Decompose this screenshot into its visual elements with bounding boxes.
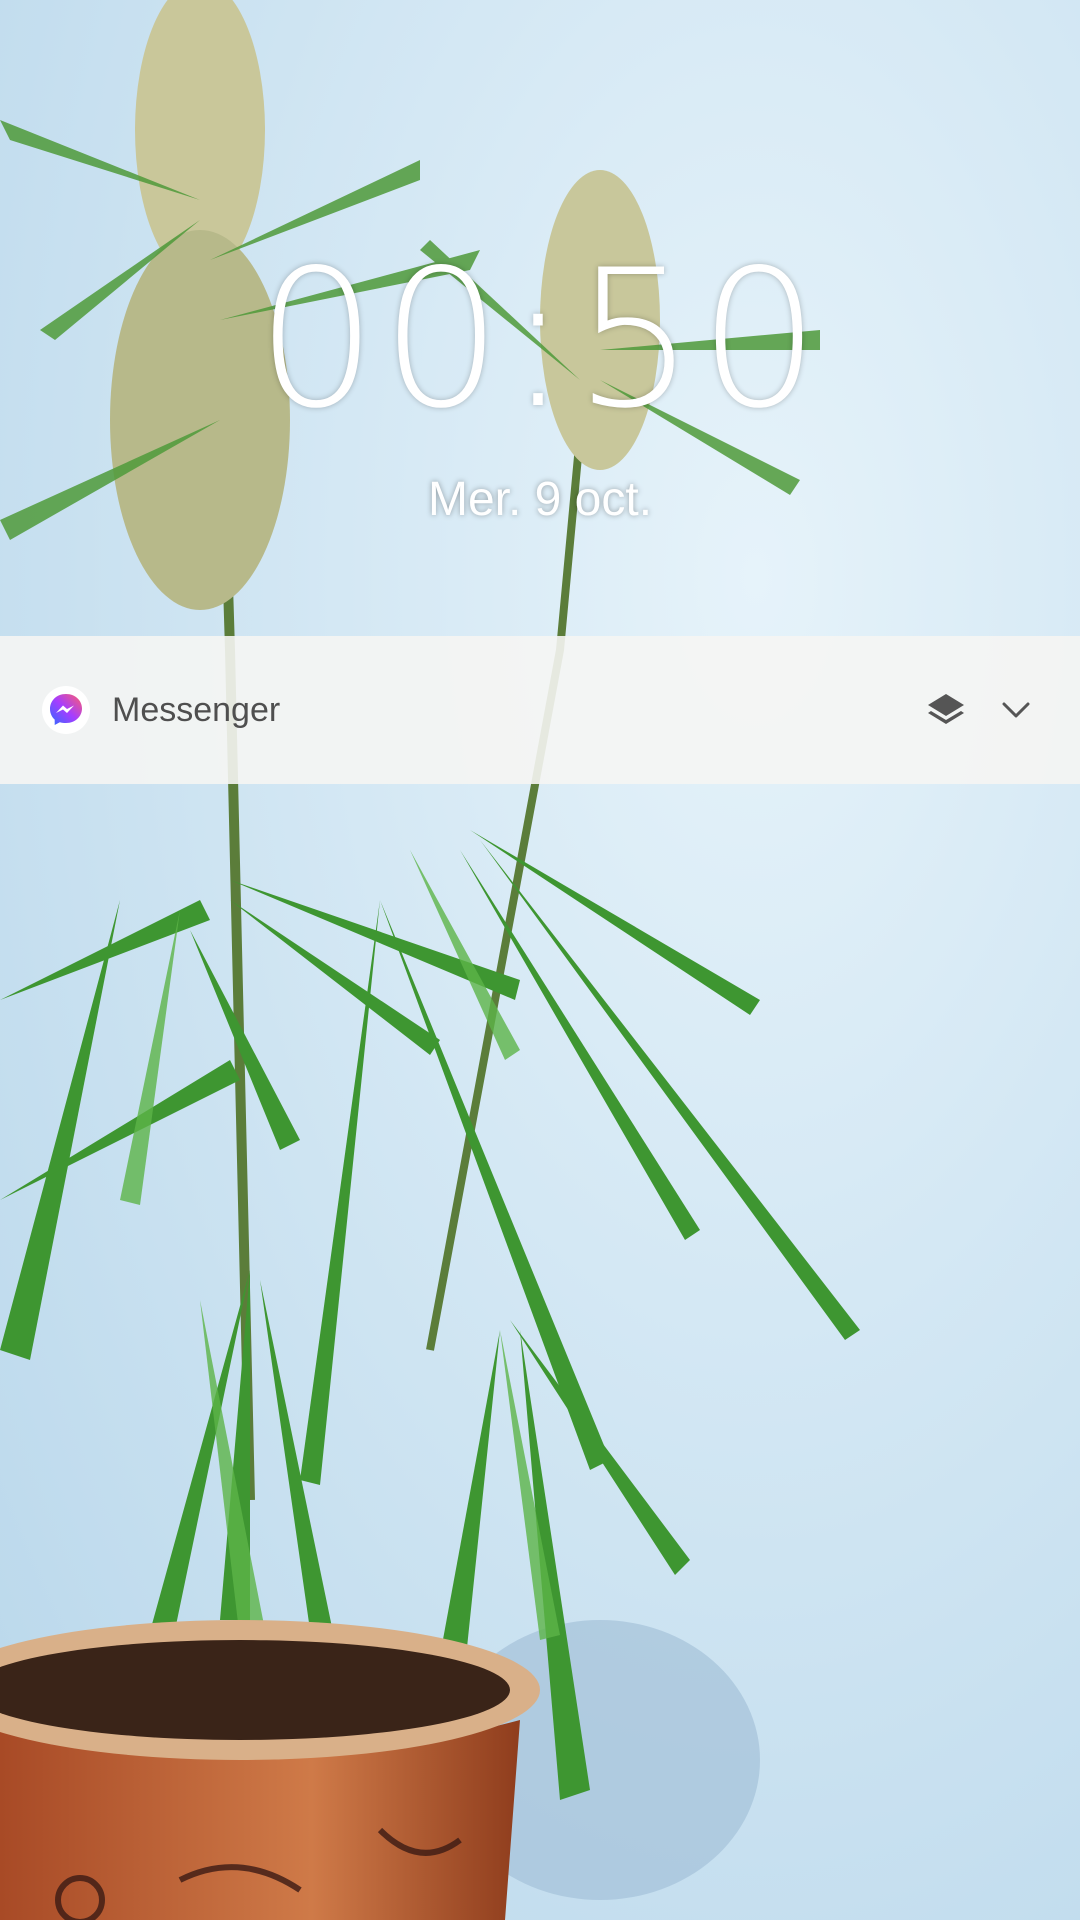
chevron-down-icon <box>1002 702 1030 718</box>
lock-clock: 00:50 <box>256 229 824 450</box>
notification-card[interactable]: Messenger <box>0 636 1080 784</box>
messenger-icon <box>42 686 90 734</box>
lock-date: Mer. 9 oct. <box>427 473 653 526</box>
layers-icon <box>928 694 964 724</box>
notification-app-name: Messenger <box>112 691 281 729</box>
expand-notification-button[interactable] <box>990 684 1042 736</box>
layers-button[interactable] <box>920 684 972 736</box>
lock-screen: 00:50 Mer. 9 oct. Messenger <box>0 0 1080 1920</box>
